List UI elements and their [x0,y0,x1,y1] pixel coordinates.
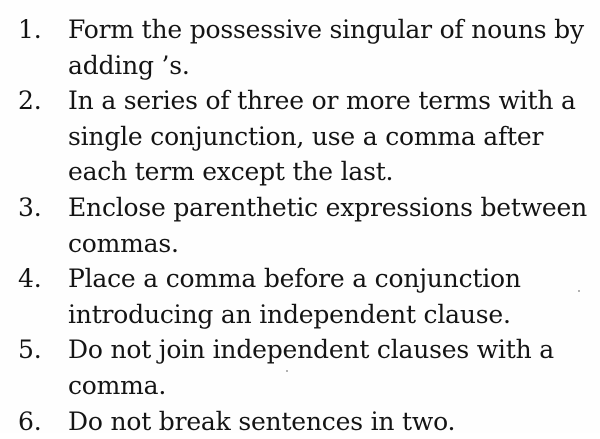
item-text: Do not break sentences in two. [68,406,456,436]
list-item: 3. Enclose parenthetic expressions betwe… [18,190,594,261]
item-number: 3. [18,192,42,222]
list-item: 5. Do not join independent clauses with … [18,332,594,403]
item-text: Do not join independent clauses with a c… [68,335,554,400]
list-item: 4. Place a comma before a conjunction in… [18,261,594,332]
item-number: 4. [18,264,42,294]
item-text: Place a comma before a conjunction intro… [68,264,521,329]
item-number: 2. [18,86,42,116]
scan-speck [286,370,288,372]
scan-speck [578,290,580,292]
list-item: 1. Form the possessive singular of nouns… [18,12,594,83]
scanned-page: 1. Form the possessive singular of nouns… [0,0,600,436]
list-item: 2. In a series of three or more terms wi… [18,83,594,190]
item-text: Enclose parenthetic expressions between … [68,192,588,258]
item-text: In a series of three or more terms with … [68,86,576,187]
item-number: 5. [18,335,42,365]
list-item: 6. Do not break sentences in two. [18,404,594,439]
item-number: 1. [18,15,42,44]
item-text: Form the possessive singular of nouns by… [68,15,584,80]
rules-list: 1. Form the possessive singular of nouns… [18,12,594,439]
item-number: 6. [18,406,42,436]
